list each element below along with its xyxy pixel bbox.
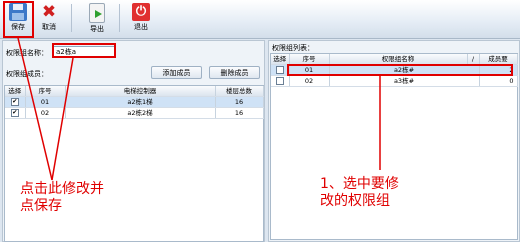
note-line: 1、选中要修 [320,176,399,192]
left-annotation-note: 点击此修改并 点保存 [20,181,104,215]
note-line: 点保存 [20,198,62,214]
arrow-line-to-name [51,57,74,181]
note-line: 点击此修改并 [20,181,104,197]
note-line: 改的权限组 [320,193,390,209]
right-annotation-note: 1、选中要修 改的权限组 [320,176,399,210]
arrow-line-to-save [17,37,53,181]
